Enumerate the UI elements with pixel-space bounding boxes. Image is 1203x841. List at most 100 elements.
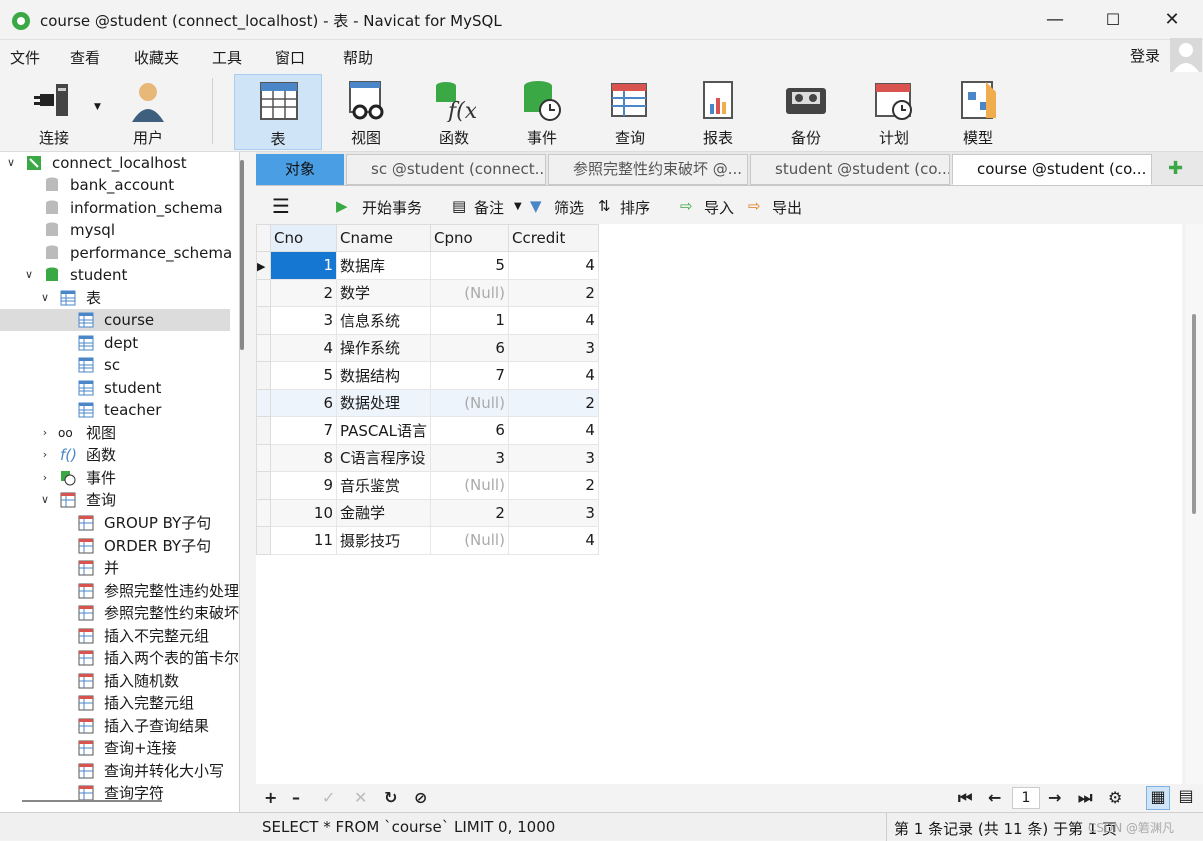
table-cell[interactable]: 3 bbox=[507, 443, 599, 472]
expand-caret-icon[interactable]: ∨ bbox=[38, 489, 52, 511]
table-cell[interactable]: 9 bbox=[270, 471, 337, 500]
query-button[interactable]: 查询 bbox=[586, 74, 674, 150]
backup-button[interactable]: 备份 bbox=[762, 74, 850, 150]
column-header[interactable]: Cno bbox=[270, 224, 337, 252]
tab-course[interactable]: course @student (co... bbox=[952, 154, 1152, 185]
row-header[interactable] bbox=[256, 278, 271, 307]
row-header[interactable] bbox=[256, 333, 271, 362]
tree-node-query[interactable]: 插入完整元组 bbox=[0, 692, 239, 714]
table-cell[interactable]: 7 bbox=[270, 416, 337, 445]
tree-node-events-folder[interactable]: › 事件 bbox=[0, 467, 239, 489]
tab-objects[interactable]: 对象 bbox=[256, 154, 344, 185]
table-cell[interactable]: 金融学 bbox=[336, 498, 431, 527]
row-header[interactable] bbox=[256, 498, 271, 527]
row-header[interactable]: ▶ bbox=[256, 251, 271, 280]
tree-scrollbar[interactable] bbox=[240, 160, 244, 350]
tree-node-table[interactable]: course bbox=[0, 309, 230, 331]
row-header[interactable] bbox=[256, 526, 271, 555]
menu-file[interactable]: 文件 bbox=[10, 47, 40, 68]
tree-node-table[interactable]: sc bbox=[0, 354, 239, 376]
connect-button[interactable]: 连接 ▼ bbox=[10, 74, 101, 150]
tree-node-query[interactable]: 参照完整性违约处理 bbox=[0, 580, 239, 602]
table-cell[interactable]: 4 bbox=[507, 416, 599, 445]
export-button[interactable]: 导出 bbox=[772, 197, 802, 218]
expand-caret-icon[interactable]: ∨ bbox=[22, 264, 36, 286]
minimize-button[interactable]: — bbox=[1040, 8, 1070, 32]
form-view-icon[interactable]: ▤ bbox=[1174, 786, 1198, 810]
table-cell[interactable]: 1 bbox=[270, 251, 337, 280]
stop-icon[interactable]: ⊘ bbox=[414, 788, 427, 807]
table-cell[interactable]: 3 bbox=[270, 306, 337, 335]
table-cell[interactable]: C语言程序设 bbox=[336, 443, 431, 472]
table-cell[interactable]: 3 bbox=[507, 333, 599, 362]
tree-node-query[interactable]: 插入不完整元组 bbox=[0, 625, 239, 647]
tree-node-database[interactable]: mysql bbox=[0, 219, 239, 241]
table-row[interactable]: 10 金融学 2 3 bbox=[256, 498, 599, 527]
table-cell[interactable]: 10 bbox=[270, 498, 337, 527]
row-header[interactable] bbox=[256, 306, 271, 335]
table-row[interactable]: 6 数据处理 (Null) 2 bbox=[256, 388, 599, 417]
tree-node-database-open[interactable]: ∨ student bbox=[0, 264, 239, 286]
tab-constraint-query[interactable]: 参照完整性约束破坏 @... bbox=[548, 154, 748, 185]
table-button[interactable]: 表 bbox=[234, 74, 322, 150]
tree-node-query[interactable]: 插入子查询结果 bbox=[0, 715, 239, 737]
tree-node-query[interactable]: 参照完整性约束破坏 bbox=[0, 602, 239, 624]
first-page-icon[interactable]: ⏮ bbox=[958, 788, 972, 808]
prev-page-icon[interactable]: ← bbox=[988, 788, 1001, 807]
tree-node-query[interactable]: 查询并转化大小写 bbox=[0, 760, 239, 782]
tree-node-tables-folder[interactable]: ∨ 表 bbox=[0, 287, 239, 309]
table-cell[interactable]: 5 bbox=[270, 361, 337, 390]
begin-transaction-button[interactable]: 开始事务 bbox=[362, 197, 422, 218]
table-cell[interactable]: 操作系统 bbox=[336, 333, 431, 362]
menu-favorites[interactable]: 收藏夹 bbox=[134, 47, 179, 68]
sort-button[interactable]: 排序 bbox=[620, 197, 650, 218]
tree-node-database[interactable]: performance_schema bbox=[0, 242, 239, 264]
menu-view[interactable]: 查看 bbox=[70, 47, 100, 68]
table-cell[interactable]: 4 bbox=[507, 526, 599, 555]
table-cell[interactable]: 7 bbox=[429, 361, 509, 390]
grid-scrollbar[interactable] bbox=[1186, 224, 1203, 784]
expand-caret-icon[interactable]: ∨ bbox=[38, 287, 52, 309]
tree-node-table[interactable]: teacher bbox=[0, 399, 239, 421]
page-number-input[interactable]: 1 bbox=[1012, 787, 1040, 809]
table-cell[interactable]: 数学 bbox=[336, 278, 431, 307]
table-row[interactable]: 8 C语言程序设 3 3 bbox=[256, 443, 599, 472]
table-row[interactable]: 7 PASCAL语言 6 4 bbox=[256, 416, 599, 445]
begin-transaction-icon[interactable]: ▶ bbox=[336, 197, 348, 215]
table-cell[interactable]: 3 bbox=[507, 498, 599, 527]
apply-icon[interactable]: ✓ bbox=[322, 788, 335, 807]
menu-help[interactable]: 帮助 bbox=[343, 47, 373, 68]
filter-button[interactable]: 筛选 bbox=[554, 197, 584, 218]
tree-node-query[interactable]: 插入随机数 bbox=[0, 670, 239, 692]
table-cell[interactable]: 数据处理 bbox=[336, 388, 431, 417]
table-cell[interactable]: 2 bbox=[507, 278, 599, 307]
report-button[interactable]: 报表 bbox=[674, 74, 762, 150]
tree-node-database[interactable]: bank_account bbox=[0, 174, 239, 196]
column-header[interactable]: Cname bbox=[336, 224, 431, 252]
table-cell[interactable]: 6 bbox=[429, 416, 509, 445]
refresh-icon[interactable]: ↻ bbox=[384, 788, 397, 807]
tree-node-views-folder[interactable]: › oo 视图 bbox=[0, 422, 239, 444]
table-row[interactable]: ▶ 1 数据库 5 4 bbox=[256, 251, 599, 280]
tree-node-query[interactable]: 查询+连接 bbox=[0, 737, 239, 759]
column-header[interactable]: Cpno bbox=[429, 224, 509, 252]
table-row[interactable]: 2 数学 (Null) 2 bbox=[256, 278, 599, 307]
sort-icon[interactable]: ⇅ bbox=[598, 197, 611, 215]
close-button[interactable]: ✕ bbox=[1157, 8, 1187, 32]
expand-caret-icon[interactable]: › bbox=[38, 467, 52, 489]
row-header[interactable] bbox=[256, 443, 271, 472]
login-link[interactable]: 登录 bbox=[1130, 45, 1160, 66]
function-button[interactable]: f(x) 函数 bbox=[410, 74, 498, 150]
filter-icon[interactable]: ▼ bbox=[530, 197, 542, 215]
table-cell[interactable]: 2 bbox=[507, 471, 599, 500]
table-cell[interactable]: 4 bbox=[507, 251, 599, 280]
import-icon[interactable]: ⇨ bbox=[680, 197, 693, 215]
expand-caret-icon[interactable]: › bbox=[38, 444, 52, 466]
table-cell[interactable]: 4 bbox=[507, 361, 599, 390]
expand-caret-icon[interactable]: › bbox=[38, 422, 52, 444]
tab-sc[interactable]: sc @student (connect... bbox=[346, 154, 546, 185]
table-cell[interactable]: 1 bbox=[429, 306, 509, 335]
note-icon[interactable]: ▤ bbox=[452, 197, 466, 215]
row-header[interactable] bbox=[256, 361, 271, 390]
tree-node-query[interactable]: 插入两个表的笛卡尔 bbox=[0, 647, 239, 669]
